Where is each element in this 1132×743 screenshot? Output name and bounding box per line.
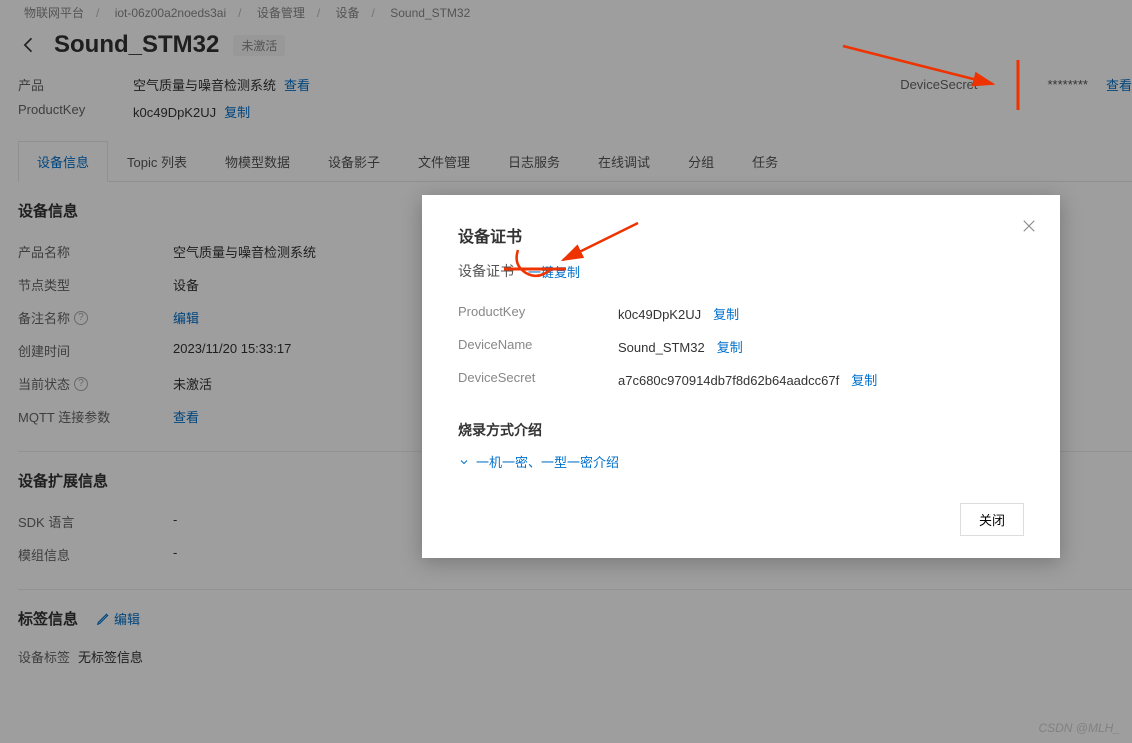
close-modal-button[interactable]: 关闭 bbox=[960, 503, 1024, 536]
device-certificate-modal: 设备证书 设备证书 一键复制 ProductKey k0c49DpK2UJ复制 … bbox=[422, 195, 1060, 558]
modal-devicename-label: DeviceName bbox=[458, 337, 618, 356]
modal-devicesecret-value: a7c680c970914db7f8d62b64aadcc67f bbox=[618, 373, 839, 388]
modal-productkey-value: k0c49DpK2UJ bbox=[618, 307, 701, 322]
burn-title: 烧录方式介绍 bbox=[458, 420, 1024, 440]
close-button[interactable] bbox=[1020, 217, 1038, 238]
modal-devicesecret-copy[interactable]: 复制 bbox=[851, 373, 877, 388]
modal-productkey-copy[interactable]: 复制 bbox=[713, 307, 739, 322]
modal-devicesecret-label: DeviceSecret bbox=[458, 370, 618, 389]
expand-intro-link[interactable]: 一机一密、一型一密介绍 bbox=[458, 452, 1024, 471]
modal-title: 设备证书 bbox=[458, 223, 1024, 247]
modal-productkey-label: ProductKey bbox=[458, 304, 618, 323]
modal-devicename-value: Sound_STM32 bbox=[618, 340, 705, 355]
chevron-down-icon bbox=[458, 456, 470, 468]
copy-all-link[interactable]: 一键复制 bbox=[528, 262, 580, 281]
modal-sublabel: 设备证书 bbox=[458, 261, 514, 281]
modal-devicename-copy[interactable]: 复制 bbox=[717, 340, 743, 355]
